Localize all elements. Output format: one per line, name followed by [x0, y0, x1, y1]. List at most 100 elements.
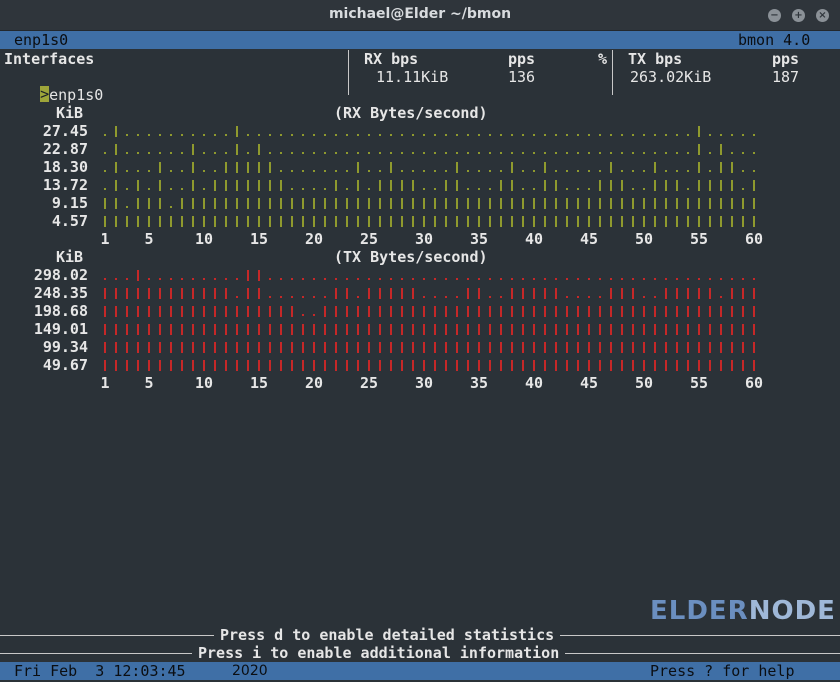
tx-bar-segment: [434, 342, 436, 353]
rx-empty-dot: [522, 152, 524, 154]
tx-bar-segment: [478, 306, 480, 317]
rx-empty-dot: [368, 134, 370, 136]
rx-empty-dot: [445, 134, 447, 136]
tx-bar-segment: [247, 270, 249, 281]
tx-x-tick: 35: [469, 374, 489, 392]
rx-empty-dot: [357, 152, 359, 154]
rx-x-tick: 50: [634, 230, 654, 248]
tx-bar-segment: [742, 360, 744, 371]
rx-bar-segment: [379, 180, 381, 191]
rx-empty-dot: [522, 134, 524, 136]
rx-bar-segment: [555, 216, 557, 227]
tx-empty-dot: [236, 278, 238, 280]
maximize-button[interactable]: +: [792, 9, 805, 22]
tx-bar-segment: [698, 324, 700, 335]
rx-empty-dot: [214, 134, 216, 136]
rx-empty-dot: [555, 134, 557, 136]
tx-bar-segment: [500, 342, 502, 353]
tx-bar-segment: [181, 324, 183, 335]
rx-empty-dot: [731, 152, 733, 154]
rx-bar-segment: [192, 198, 194, 209]
column-separator: [612, 50, 613, 95]
rx-empty-dot: [170, 188, 172, 190]
rx-bar-segment: [357, 162, 359, 173]
rx-empty-dot: [313, 170, 315, 172]
tx-bar-segment: [269, 360, 271, 371]
rx-percent-header: %: [598, 50, 608, 68]
tx-bar-segment: [346, 288, 348, 299]
status-datetime: Fri Feb 3 12:03:45: [14, 662, 186, 680]
tx-bar-segment: [170, 324, 172, 335]
rx-bar-segment: [148, 198, 150, 209]
tx-bar-segment: [280, 306, 282, 317]
rx-bar-segment: [478, 216, 480, 227]
tx-empty-dot: [192, 278, 194, 280]
tx-empty-dot: [599, 296, 601, 298]
rx-empty-dot: [269, 152, 271, 154]
tx-empty-dot: [698, 278, 700, 280]
tx-empty-dot: [566, 296, 568, 298]
tx-empty-dot: [390, 278, 392, 280]
tx-bar-segment: [423, 306, 425, 317]
minimize-button[interactable]: −: [768, 9, 781, 22]
tx-empty-dot: [588, 296, 590, 298]
rx-bar-segment: [434, 216, 436, 227]
tx-bar-segment: [225, 306, 227, 317]
tx-bar-segment: [126, 342, 128, 353]
tx-bar-segment: [181, 342, 183, 353]
rx-empty-dot: [709, 134, 711, 136]
tx-bar-segment: [643, 324, 645, 335]
rx-empty-dot: [423, 188, 425, 190]
tx-bar-segment: [401, 306, 403, 317]
tx-bar-segment: [467, 288, 469, 299]
rx-empty-dot: [148, 170, 150, 172]
tx-empty-dot: [522, 278, 524, 280]
rx-bar-segment: [522, 216, 524, 227]
rx-bar-segment: [489, 216, 491, 227]
rx-empty-dot: [566, 152, 568, 154]
tx-empty-dot: [346, 278, 348, 280]
tx-bar-segment: [302, 324, 304, 335]
rx-empty-dot: [753, 134, 755, 136]
tx-bar-segment: [643, 342, 645, 353]
rx-bar-segment: [412, 216, 414, 227]
rx-empty-dot: [170, 152, 172, 154]
rx-bar-segment: [445, 216, 447, 227]
rx-empty-dot: [687, 134, 689, 136]
tx-bar-segment: [335, 324, 337, 335]
tx-bar-segment: [379, 306, 381, 317]
tx-bar-segment: [170, 306, 172, 317]
tx-bar-segment: [291, 360, 293, 371]
rx-bar-segment: [159, 198, 161, 209]
rx-bar-segment: [203, 216, 205, 227]
tx-bar-segment: [137, 270, 139, 281]
tx-bar-segment: [280, 324, 282, 335]
rx-bar-segment: [654, 180, 656, 191]
rx-empty-dot: [456, 152, 458, 154]
tx-bar-segment: [258, 270, 260, 281]
tx-bar-segment: [203, 306, 205, 317]
tx-bar-segment: [390, 324, 392, 335]
tx-bar-segment: [511, 324, 513, 335]
tx-bar-segment: [599, 360, 601, 371]
rx-x-tick: 15: [249, 230, 269, 248]
rx-empty-dot: [346, 188, 348, 190]
rx-bar-segment: [720, 216, 722, 227]
tx-bar-segment: [159, 306, 161, 317]
rx-empty-dot: [291, 188, 293, 190]
rx-bar-segment: [467, 198, 469, 209]
terminal[interactable]: enp1s0 bmon 4.0 Interfaces RX bps pps % …: [0, 31, 840, 682]
tx-bar-segment: [324, 306, 326, 317]
tx-bar-segment: [687, 360, 689, 371]
tx-bar-segment: [170, 342, 172, 353]
rx-empty-dot: [599, 134, 601, 136]
tx-empty-dot: [126, 278, 128, 280]
close-button[interactable]: ×: [816, 9, 829, 22]
rx-bar-segment: [533, 198, 535, 209]
tx-empty-dot: [555, 278, 557, 280]
rx-bar-segment: [500, 216, 502, 227]
interface-row[interactable]: >enp1s0: [4, 68, 103, 122]
tx-bar-segment: [104, 288, 106, 299]
rx-bar-segment: [610, 162, 612, 173]
tx-bar-segment: [115, 360, 117, 371]
